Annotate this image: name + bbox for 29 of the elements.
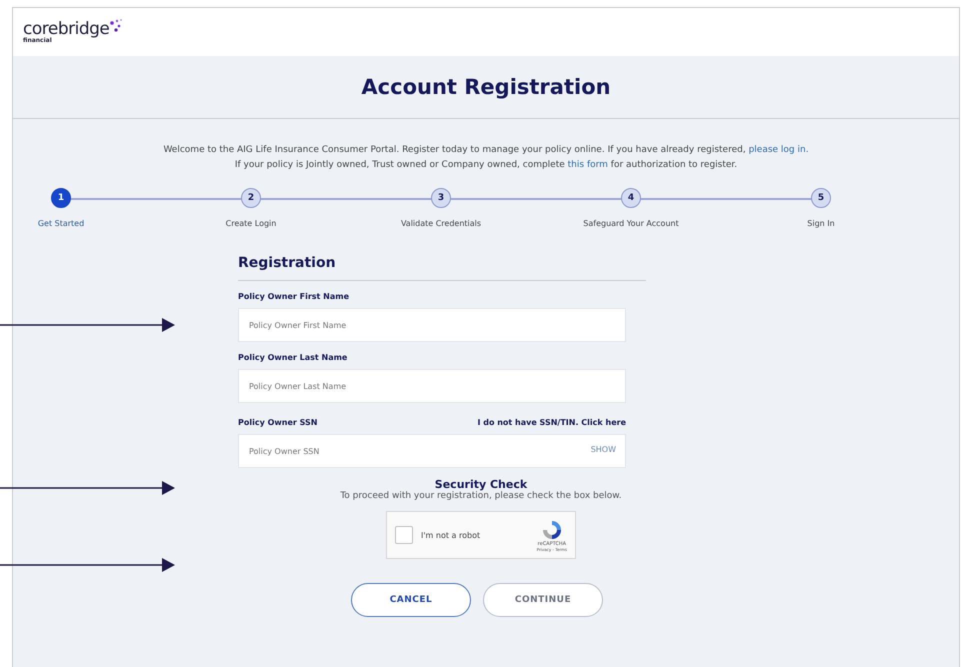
login-link[interactable]: please log in. <box>748 145 809 155</box>
step-circle: 3 <box>431 188 451 208</box>
step-label: Get Started <box>38 219 84 228</box>
field-label: Policy Owner SSN <box>238 418 318 427</box>
step-label: Create Login <box>226 219 276 228</box>
step-circle: 5 <box>811 188 831 208</box>
cancel-button[interactable]: CANCEL <box>351 583 471 617</box>
continue-button[interactable]: CONTINUE <box>483 583 603 617</box>
security-text: To proceed with your registration, please check the box below. <box>340 491 622 501</box>
page-title: Account Registration <box>361 75 611 99</box>
step-label: Safeguard Your Account <box>583 219 679 228</box>
step-circle: 1 <box>51 188 71 208</box>
input-field[interactable]: Policy Owner Last Name <box>238 369 626 403</box>
no-ssn-link[interactable]: I do not have SSN/TIN. Click here <box>477 418 626 427</box>
step-label: Sign In <box>807 219 835 228</box>
form-link[interactable]: this form <box>568 160 608 170</box>
field-label: Policy Owner Last Name <box>238 353 348 362</box>
security-title: Security Check <box>434 478 528 491</box>
captcha-label: I'm not a robot <box>421 530 482 540</box>
input-field[interactable]: Policy Owner First Name <box>238 308 626 342</box>
recaptcha-icon <box>540 518 563 540</box>
step-circle: 2 <box>241 188 261 208</box>
step-circle: 4 <box>621 188 641 208</box>
form-heading: Registration <box>238 255 646 281</box>
show-toggle[interactable]: SHOW <box>590 445 616 454</box>
field-label: Policy Owner First Name <box>238 292 350 301</box>
step-label: Validate Credentials <box>400 219 482 228</box>
intro-text: Welcome to the AIG Life Insurance Consumer Portal. Register today to manage your policy online. If you have already registered, please log in. If your policy is Jointly owned, Trust owned or Company owned, complete this form for authorization to register. <box>162 144 810 172</box>
captcha-checkbox[interactable] <box>395 526 413 544</box>
